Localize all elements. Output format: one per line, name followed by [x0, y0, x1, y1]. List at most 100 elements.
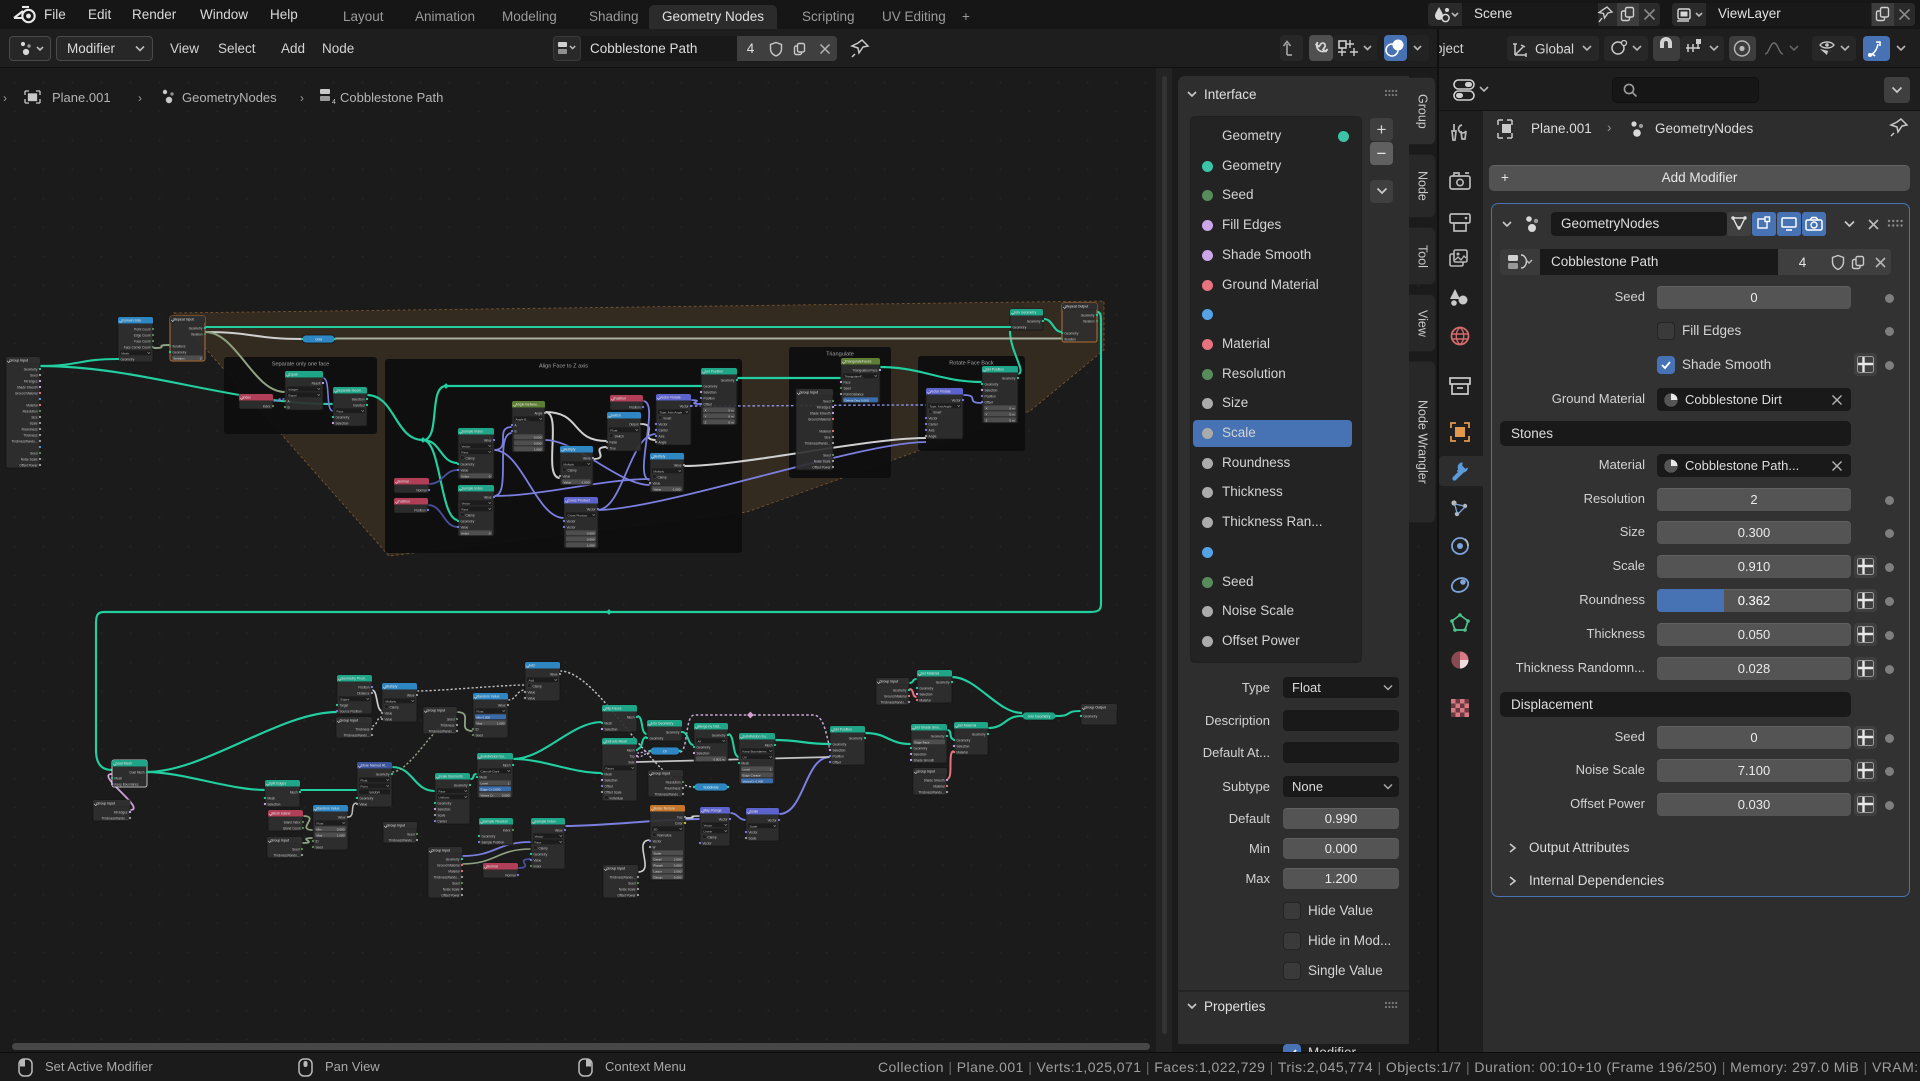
svg-text:Shade Smooth: Shade Smooth [810, 411, 831, 415]
svg-text:Offset Scale: Offset Scale [605, 790, 622, 794]
svg-text:Split Edges: Split Edges [269, 782, 287, 786]
svg-text:Color: Color [675, 821, 683, 825]
svg-text:Seed: Seed [476, 733, 484, 737]
svg-text:Inverted: Inverted [353, 403, 365, 407]
svg-text:Sample Index: Sample Index [535, 820, 557, 824]
svg-text:Level: Level [743, 767, 751, 771]
svg-text:Domain Size: Domain Size [122, 319, 142, 323]
svg-text:Add: Add [529, 664, 535, 668]
svg-text:0.000: 0.000 [587, 537, 595, 541]
svg-text:0.001 m: 0.001 m [713, 757, 725, 761]
svg-text:0 m: 0 m [728, 420, 734, 424]
svg-text:Scale Elements: Scale Elements [439, 775, 464, 779]
svg-text:Value: Value [654, 487, 662, 491]
svg-text:Mesh: Mesh [605, 772, 613, 776]
svg-text:Vector: Vector [719, 817, 728, 821]
svg-text:B: B [288, 405, 290, 409]
svg-text:Group Input: Group Input [432, 849, 451, 853]
svg-text:Set Shade Smo..: Set Shade Smo.. [915, 726, 941, 730]
svg-text:Triangulated Face: Triangulated Face [852, 368, 877, 372]
svg-text:Group Input: Group Input [880, 680, 899, 684]
svg-text:Geometry: Geometry [1027, 319, 1041, 323]
svg-text:1.000: 1.000 [497, 721, 505, 725]
svg-text:Face: Face [337, 409, 344, 413]
svg-text:Angle: Angle [659, 440, 667, 444]
svg-text:Cross Product: Cross Product [568, 513, 588, 517]
svg-text:Material: Material [920, 698, 931, 702]
svg-text:VertexCr 0.000: VertexCr 0.000 [743, 779, 764, 783]
svg-text:Center: Center [929, 422, 938, 426]
svg-text:Max: Max [477, 721, 483, 725]
svg-text:Z: Z [705, 420, 707, 424]
svg-text:Float: Float [361, 778, 368, 782]
svg-text:Mesh: Mesh [503, 763, 511, 767]
svg-text:Seed: Seed [844, 386, 852, 390]
svg-text:Geometry: Geometry [461, 519, 475, 523]
svg-text:Roundness: Roundness [22, 427, 38, 431]
svg-text:Noise Scale: Noise Scale [814, 459, 831, 463]
svg-text:Min: Min [317, 827, 322, 831]
svg-text:Offset: Offset [985, 400, 993, 404]
svg-text:Vector: Vector [567, 525, 576, 529]
svg-text:Merge by Dist..: Merge by Dist.. [698, 725, 722, 729]
svg-text:ThicknessRando...: ThicknessRando... [880, 700, 906, 704]
svg-text:Index: Index [462, 531, 470, 535]
svg-text:Geometry: Geometry [972, 732, 986, 736]
svg-text:Mesh: Mesh [742, 761, 750, 765]
svg-text:Geometry Proxi..: Geometry Proxi.. [341, 677, 367, 681]
svg-text:Vector: Vector [952, 398, 961, 402]
svg-text:Triangulate: Triangulate [826, 352, 854, 358]
svg-text:random: random [369, 790, 381, 794]
svg-text:0.500: 0.500 [674, 863, 682, 867]
svg-text:Seed: Seed [292, 847, 300, 851]
svg-text:Value: Value [528, 690, 536, 694]
svg-text:Mesh: Mesh [627, 748, 635, 752]
svg-text:Multiply: Multiply [386, 699, 397, 703]
svg-text:2.000: 2.000 [674, 869, 682, 873]
svg-text:Max: Max [317, 833, 323, 837]
svg-text:Angle B...: Angle B... [516, 417, 530, 421]
svg-text:Face: Face [844, 380, 851, 384]
svg-text:Face: Face [462, 507, 469, 511]
svg-text:4: 4 [332, 99, 336, 106]
svg-text:Value: Value [385, 717, 393, 721]
svg-text:Value: Value [550, 672, 558, 676]
svg-text:Type: Axis Angle: Type: Axis Angle [660, 410, 683, 414]
svg-text:Mesh: Mesh [122, 351, 130, 355]
svg-text:Sample Index: Sample Index [462, 430, 484, 434]
svg-text:Top: Top [629, 754, 634, 758]
svg-text:Store Named At..: Store Named At.. [361, 764, 388, 768]
svg-text:Type: AxisAngle: Type: AxisAngle [930, 404, 952, 408]
svg-text:Shade Smooth: Shade Smooth [914, 758, 935, 762]
svg-text:Dual Mesh: Dual Mesh [116, 762, 133, 766]
svg-text:Position: Position [704, 396, 715, 400]
svg-text:ThicknessRando...: ThicknessRando... [433, 875, 459, 879]
svg-text:Lacun: Lacun [654, 869, 663, 873]
svg-text:Value: Value [564, 480, 572, 484]
svg-text:Flip Faces: Flip Faces [606, 707, 622, 711]
svg-text:Mesh Island: Mesh Island [272, 812, 291, 816]
svg-text:Sample Index: Sample Index [462, 487, 484, 491]
svg-text:Float: Float [477, 709, 484, 713]
svg-text:Vector: Vector [587, 507, 596, 511]
svg-text:Invert: Invert [664, 416, 672, 420]
svg-text:Offset Power: Offset Power [19, 463, 37, 467]
svg-text:Clamp: Clamp [466, 456, 475, 460]
svg-text:Index: Index [503, 828, 511, 832]
svg-text:Group Input: Group Input [387, 824, 406, 828]
svg-text:Geometry: Geometry [1065, 331, 1079, 335]
svg-text:Geometry: Geometry [461, 462, 475, 466]
svg-text:Geometry: Geometry [454, 783, 468, 787]
svg-text:Vector Rotate: Vector Rotate [930, 390, 951, 394]
svg-text:Geometry: Geometry [360, 796, 374, 800]
svg-text:Vector: Vector [567, 519, 576, 523]
svg-text:Z: Z [986, 418, 988, 422]
svg-text:0.000: 0.000 [587, 531, 595, 535]
svg-text:0.000: 0.000 [674, 875, 682, 879]
svg-text:Geometry: Geometry [833, 742, 847, 746]
svg-text:Value: Value [338, 815, 346, 819]
svg-text:Value: Value [461, 468, 469, 472]
svg-text:Switch: Switch [611, 414, 621, 418]
svg-text:Iteration: Iteration [174, 356, 185, 360]
svg-text:Fill Edges: Fill Edges [24, 379, 38, 383]
